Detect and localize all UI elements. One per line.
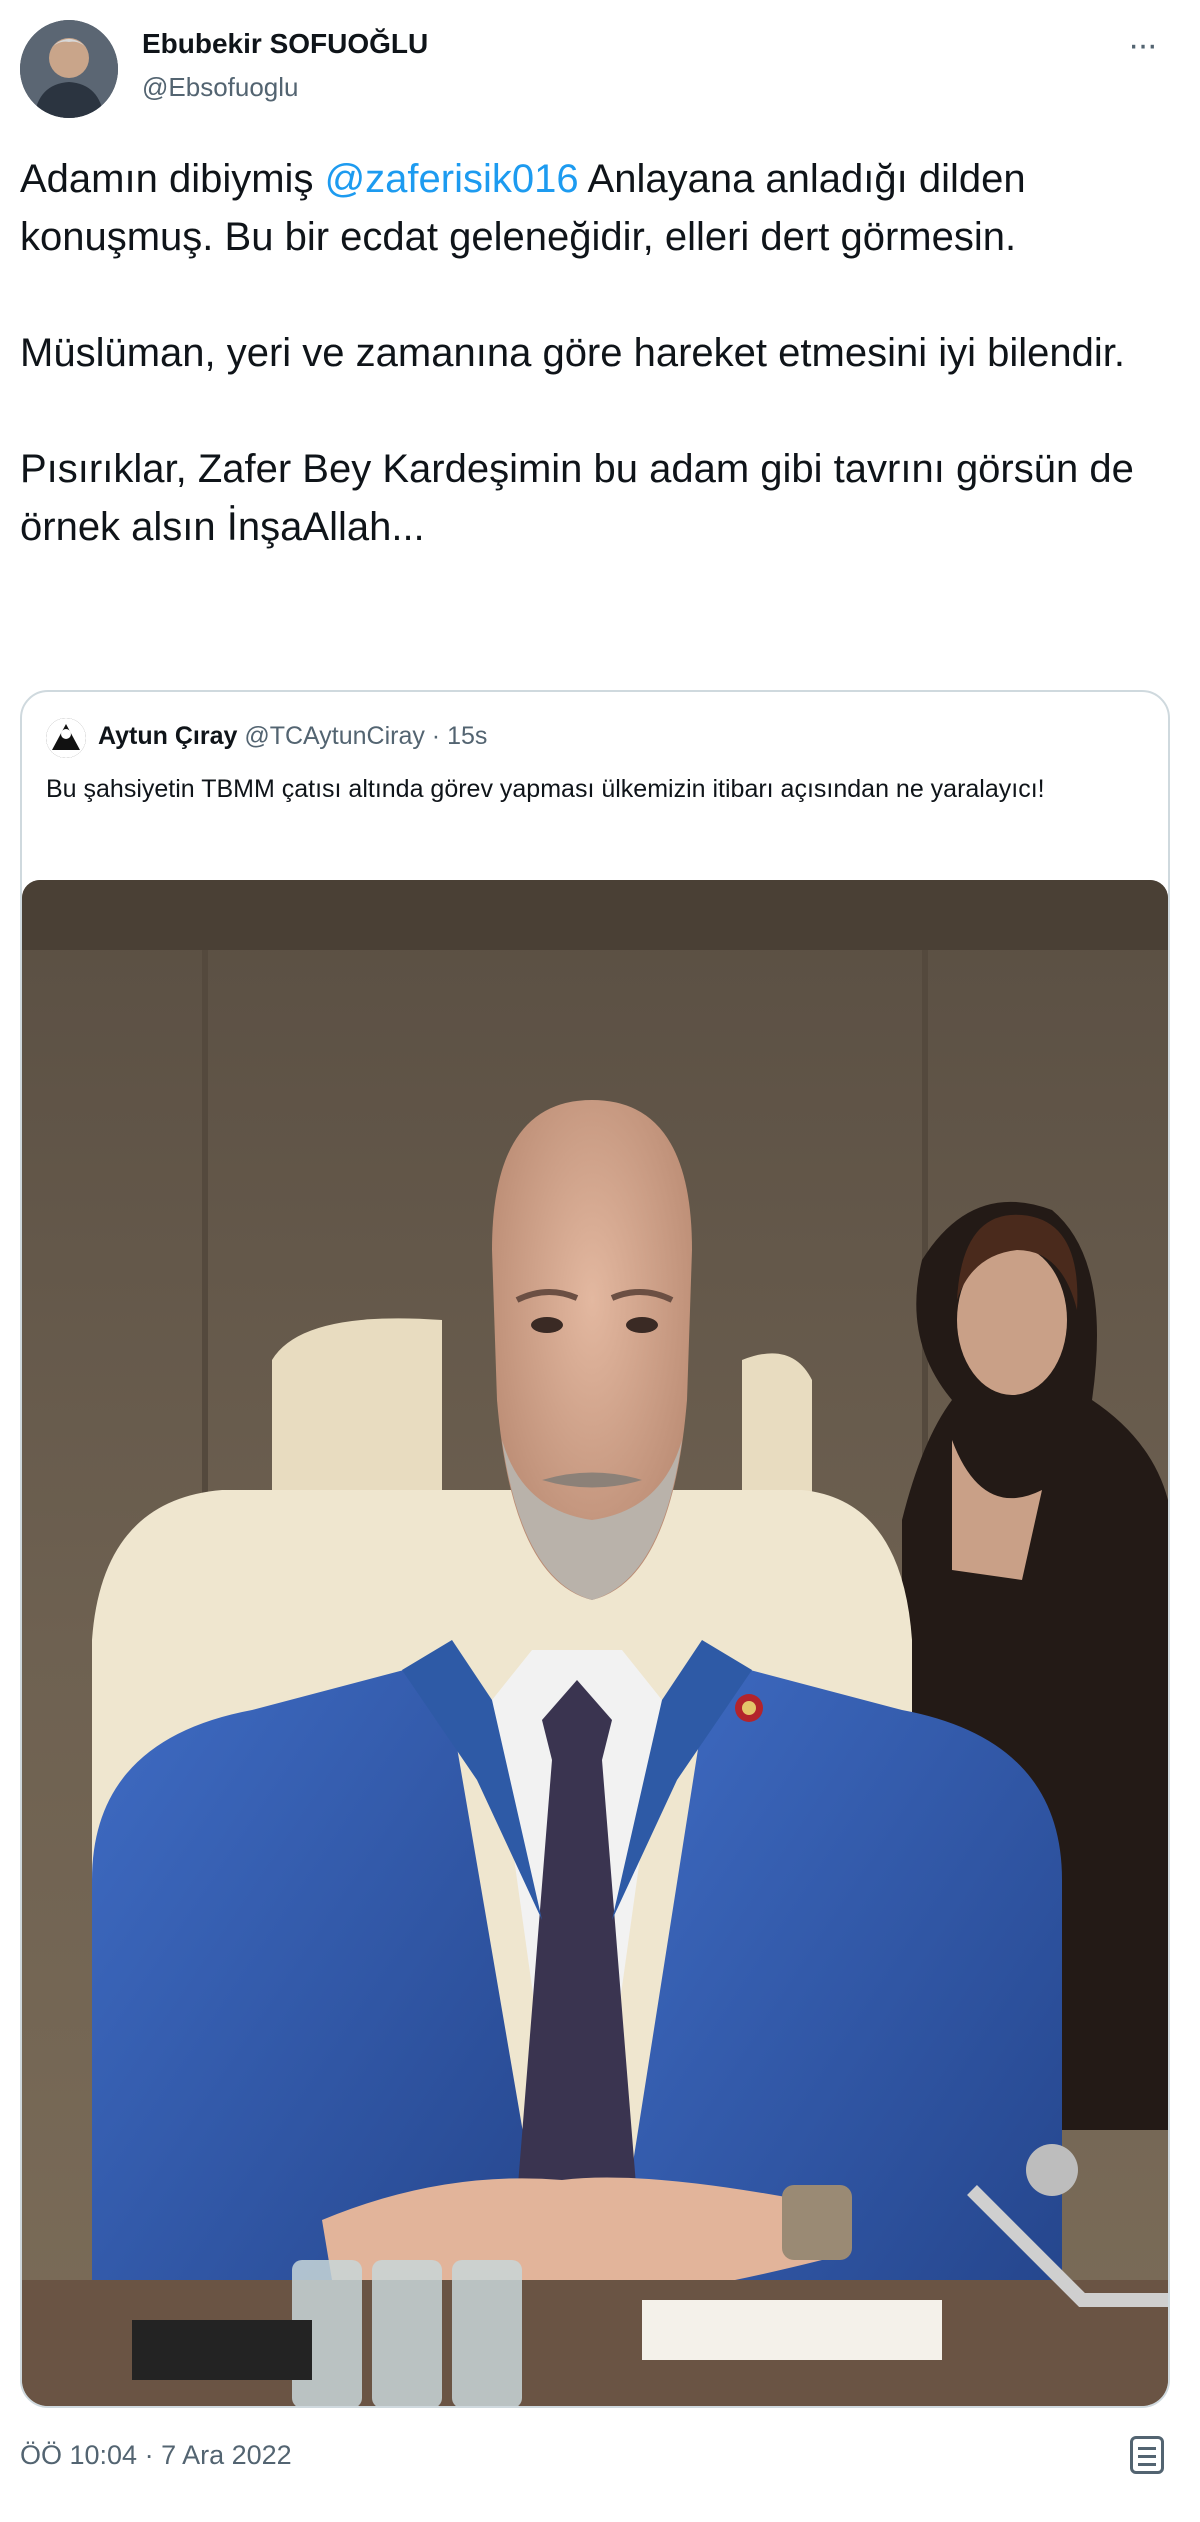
more-options-icon[interactable]: ··· <box>1128 26 1158 65</box>
author-handle[interactable]: @Ebsofuoglu <box>142 72 299 103</box>
app-source-icon[interactable] <box>1130 2436 1164 2474</box>
tweet-body: Anlayana anladığı dilden konuşmuş. Bu bi… <box>20 157 1134 549</box>
quote-meta: @TCAytunCiray · 15s <box>237 722 488 750</box>
quote-avatar[interactable] <box>46 718 86 758</box>
quoted-tweet-card[interactable]: Aytun Çıray @TCAytunCiray · 15s Bu şahsi… <box>20 690 1170 2408</box>
quote-author-name[interactable]: Aytun Çıray <box>98 722 237 750</box>
mention-link[interactable]: @zaferisik016 <box>325 157 579 201</box>
quote-header: Aytun Çıray @TCAytunCiray · 15s <box>98 722 487 751</box>
quote-photo[interactable] <box>22 880 1168 2406</box>
tweet-text: Adamın dibiymiş @zaferisik016 Anlayana a… <box>20 150 1170 556</box>
quote-text: Bu şahsiyetin TBMM çatısı altında görev … <box>46 775 1045 803</box>
author-avatar[interactable] <box>20 20 118 118</box>
tweet-timestamp[interactable]: ÖÖ 10:04 · 7 Ara 2022 <box>20 2440 292 2471</box>
tweet-intro: Adamın dibiymiş <box>20 157 325 201</box>
author-name[interactable]: Ebubekir SOFUOĞLU <box>142 28 428 60</box>
